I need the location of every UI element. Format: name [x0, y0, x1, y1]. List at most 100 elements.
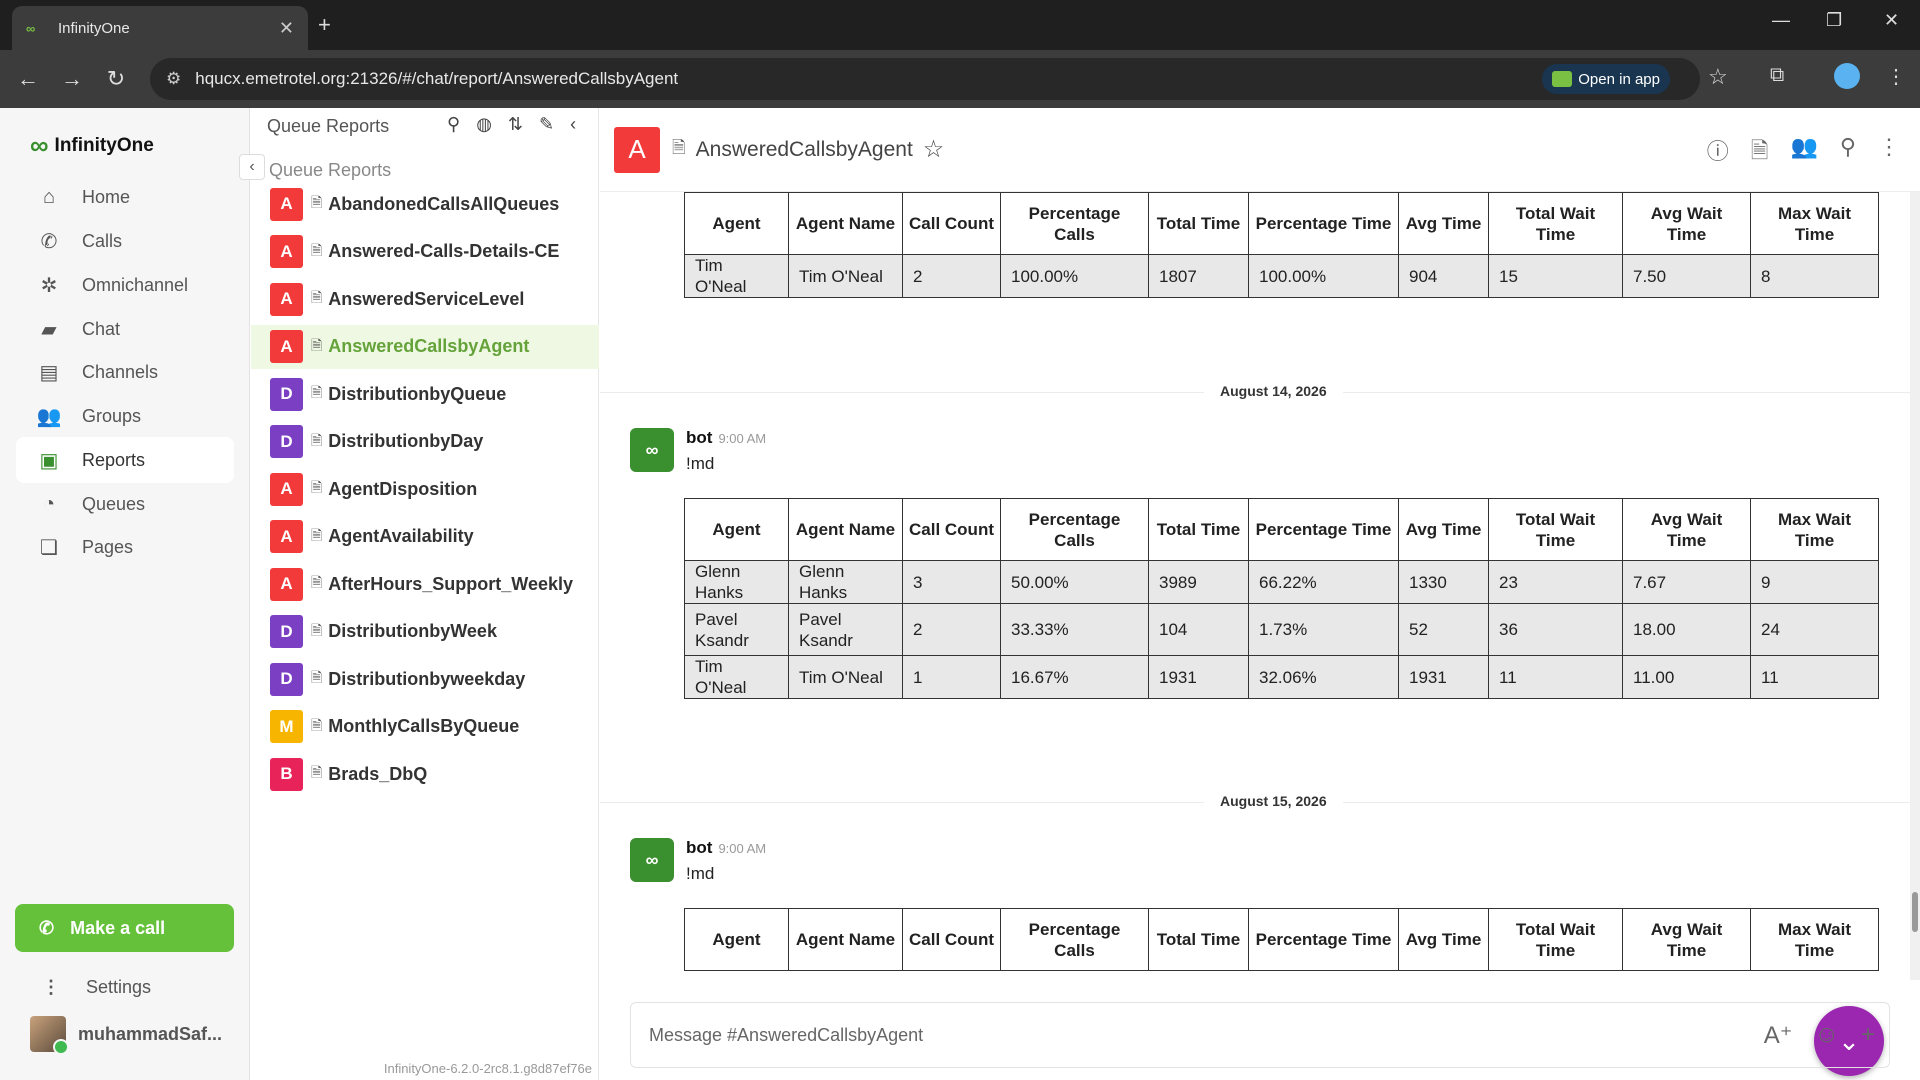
app-logo: ∞ InfinityOne: [30, 130, 154, 161]
reports-icon: ▣: [39, 449, 59, 472]
browser-tab-strip: ∞ InfinityOne ✕ + — ❐ ✕: [0, 0, 1920, 50]
report-name: AbandonedCallsAllQueues: [328, 193, 560, 214]
table-cell: 7.50: [1622, 254, 1751, 298]
edit-icon[interactable]: ✎: [539, 114, 554, 135]
kebab-menu-icon[interactable]: ⋮: [1878, 134, 1900, 172]
search-icon[interactable]: ⚲: [447, 114, 460, 135]
report-list-item[interactable]: D 🗎 DistributionbyDay: [251, 420, 599, 464]
new-tab-icon[interactable]: +: [318, 12, 331, 38]
nav-groups[interactable]: 👥 Groups: [16, 393, 234, 439]
nav-chat[interactable]: ▰ Chat: [16, 306, 234, 352]
report-list-item[interactable]: A 🗎 AfterHours_Support_Weekly: [251, 562, 599, 606]
back-icon[interactable]: ←: [6, 66, 50, 92]
browser-tab[interactable]: ∞ InfinityOne ✕: [12, 6, 308, 50]
nav-pages[interactable]: ❏ Pages: [16, 524, 234, 570]
table-cell: 2: [902, 254, 1001, 298]
report-list-item[interactable]: A 🗎 AnsweredCallsbyAgent: [251, 324, 599, 369]
table-cell: 2: [902, 603, 1001, 656]
nav-home[interactable]: ⌂ Home: [16, 174, 234, 220]
table-header-row: Agent Agent Name Call Count Percentage Call…: [684, 908, 1879, 971]
collapse-panel-icon[interactable]: ‹: [570, 114, 576, 135]
panel-toolbar: ⚲ ◍ ⇅ ✎ ‹: [447, 114, 576, 135]
nav-label: Channels: [82, 361, 159, 382]
nav-omnichannel[interactable]: ✲ Omnichannel: [16, 262, 234, 308]
close-tab-icon[interactable]: ✕: [279, 18, 294, 39]
favorite-star-icon[interactable]: ☆: [923, 135, 945, 164]
report-list-item[interactable]: A 🗎 AgentDisposition: [251, 467, 599, 511]
date-label: August 14, 2026: [1204, 383, 1343, 399]
collapse-sidebar-button[interactable]: ‹: [239, 154, 265, 180]
report-list-item[interactable]: A 🗎 AnsweredServiceLevel: [251, 277, 599, 321]
home-icon: ⌂: [42, 185, 56, 208]
bot-avatar[interactable]: ∞: [630, 428, 674, 472]
globe-icon[interactable]: ◍: [476, 114, 492, 135]
restore-icon[interactable]: ❐: [1826, 10, 1842, 31]
nav-queues[interactable]: ◔ Queues: [16, 481, 234, 527]
report-list-item[interactable]: D 🗎 DistributionbyWeek: [251, 610, 599, 654]
table-cell: 3: [902, 560, 1001, 604]
minimize-icon[interactable]: —: [1772, 10, 1790, 31]
feed-scrollbar[interactable]: [1910, 192, 1920, 980]
bot-avatar[interactable]: ∞: [630, 838, 674, 882]
panel-subtitle: Queue Reports: [269, 160, 392, 180]
report-list-item[interactable]: A 🗎 AbandonedCallsAllQueues: [251, 182, 599, 226]
document-icon: 🗎: [311, 669, 323, 685]
table-cell: Tim O'Neal: [684, 655, 789, 699]
report-table: Agent Agent Name Call Count Percentage Call…: [684, 192, 1879, 298]
emoji-icon[interactable]: ☺: [1814, 1021, 1839, 1050]
add-icon[interactable]: +: [1861, 1021, 1875, 1050]
table-cell: 11: [1750, 655, 1879, 699]
search-icon[interactable]: ⚲: [1840, 134, 1856, 172]
text-format-icon[interactable]: A⁺: [1764, 1021, 1793, 1050]
phone-icon: ✆: [39, 917, 55, 938]
message-author[interactable]: bot: [686, 838, 712, 857]
message-input[interactable]: Message #AnsweredCallsbyAgent: [649, 1025, 923, 1046]
report-list-item[interactable]: D 🗎 DistributionbyQueue: [251, 372, 599, 416]
document-icon: 🗎: [311, 431, 323, 448]
table-cell: 16.67%: [1000, 655, 1149, 699]
report-avatar: B: [270, 757, 303, 791]
nav-reports[interactable]: ▣ Reports: [16, 437, 234, 483]
open-in-app-button[interactable]: Open in app: [1542, 64, 1670, 94]
column-header: Percentage Time: [1248, 908, 1399, 971]
nav-label: Reports: [82, 449, 146, 470]
report-name: AnsweredCallsbyAgent: [328, 336, 530, 356]
document-icon: 🗎: [311, 716, 323, 733]
user-profile[interactable]: muhammadSaf...: [30, 1016, 222, 1055]
table-cell: 52: [1398, 603, 1489, 656]
message-composer[interactable]: Message #AnsweredCallsbyAgent A⁺ ☺ +: [630, 1002, 1890, 1068]
url-text: hqucx.emetrotel.org:21326/#/chat/report/…: [195, 69, 679, 88]
report-list-item[interactable]: M 🗎 MonthlyCallsByQueue: [251, 705, 599, 749]
url-bar[interactable]: ⚙ hqucx.emetrotel.org:21326/#/chat/repor…: [150, 58, 1700, 100]
nav-calls[interactable]: ✆ Calls: [16, 218, 234, 264]
sort-icon[interactable]: ⇅: [508, 114, 523, 135]
info-icon[interactable]: ⓘ: [1707, 134, 1729, 172]
message-author[interactable]: bot: [686, 428, 712, 447]
close-window-icon[interactable]: ✕: [1884, 10, 1899, 31]
column-header: Total Wait Time: [1488, 498, 1623, 561]
scrollbar-thumb[interactable]: [1912, 892, 1918, 932]
profile-avatar[interactable]: [1834, 63, 1860, 89]
reload-icon[interactable]: ↻: [94, 66, 138, 92]
nav-channels[interactable]: ▤ Channels: [16, 349, 234, 395]
report-list-item[interactable]: B 🗎 Brads_DbQ: [251, 752, 599, 796]
table-cell: Tim O'Neal: [788, 254, 903, 298]
browser-menu-icon[interactable]: ⋮: [1886, 64, 1906, 89]
report-list-item[interactable]: A 🗎 AgentAvailability: [251, 515, 599, 559]
files-icon[interactable]: 🗎: [1751, 134, 1769, 172]
room-avatar: A: [614, 126, 660, 173]
settings-button[interactable]: ⋮ Settings: [16, 964, 151, 1010]
forward-icon[interactable]: →: [50, 66, 94, 92]
extensions-icon[interactable]: ⧉: [1770, 64, 1784, 87]
bookmark-star-icon[interactable]: ☆: [1708, 64, 1728, 90]
message-feed[interactable]: Agent Agent Name Call Count Percentage Call…: [600, 192, 1910, 980]
document-icon: 🗎: [311, 194, 323, 210]
make-a-call-button[interactable]: ✆ Make a call: [15, 904, 234, 952]
chat-room: A 🗎 AnsweredCallsbyAgent ☆ ⓘ 🗎 👥 ⚲ ⋮ Age…: [600, 108, 1920, 1080]
report-list-item[interactable]: A 🗎 Answered-Calls-Details-CE: [251, 230, 599, 274]
members-icon[interactable]: 👥: [1790, 134, 1817, 172]
site-info-icon[interactable]: ⚙: [166, 69, 181, 89]
report-list-item[interactable]: D 🗎 Distributionbyweekday: [251, 657, 599, 701]
table-cell: 904: [1398, 254, 1489, 298]
room-actions: ⓘ 🗎 👥 ⚲ ⋮: [1707, 134, 1900, 172]
